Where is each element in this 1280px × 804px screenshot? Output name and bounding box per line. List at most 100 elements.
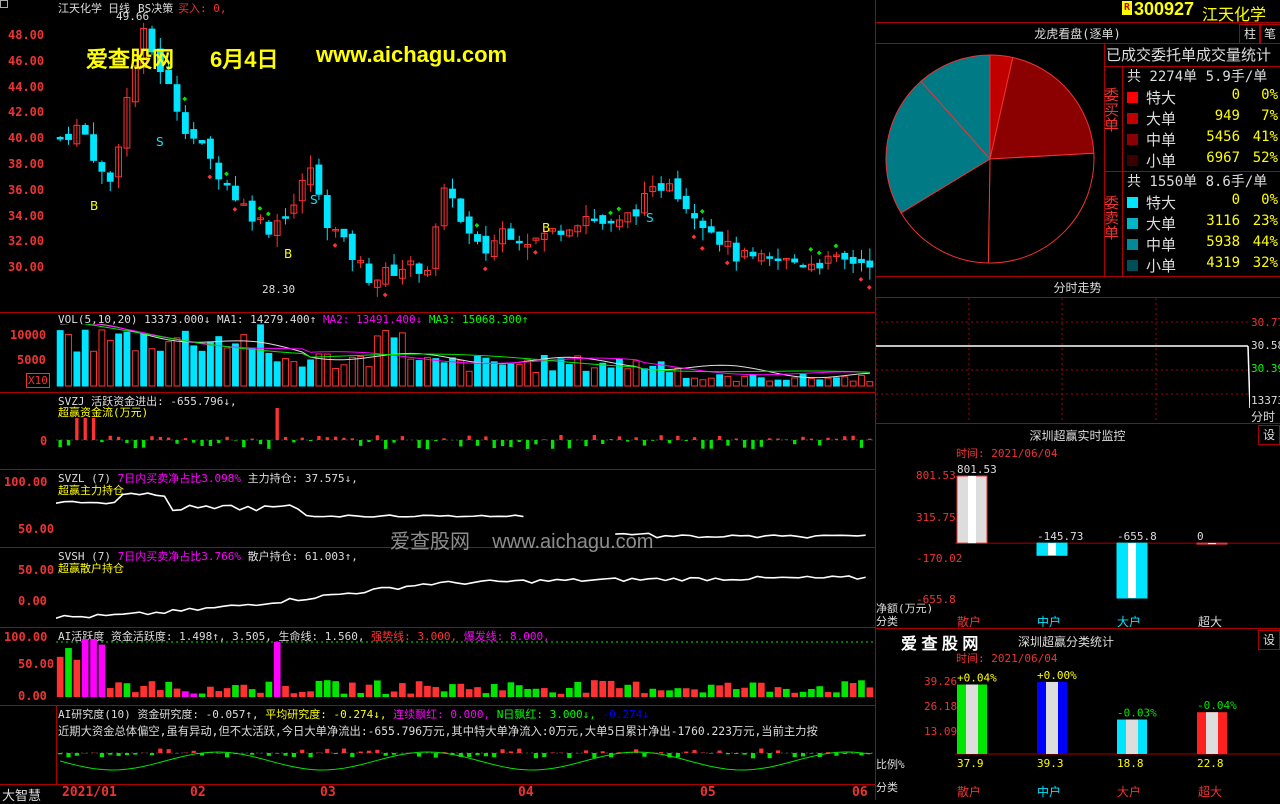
volume-bar (399, 333, 405, 386)
time-axis: 大智慧 2021/010203040506 (0, 784, 875, 801)
svzl-axis-2: 50.00 (18, 522, 54, 536)
activity-bar (82, 639, 89, 697)
kline-panel[interactable]: 江天化学 日线 BS决策 买入: 0, 49.66 28.30 48.0046.… (0, 0, 875, 313)
price-axis-label: 32.00 (8, 234, 44, 248)
ai-panel[interactable]: AI活跃度 资金活跃度: 1.498↑, 3.505, 生命线: 1.560, … (0, 627, 875, 706)
candle-body (366, 264, 372, 282)
svzj-panel[interactable]: SVZJ 活跃资金进出: -655.796↓, 超赢资金流(万元) 0 (0, 392, 875, 470)
flow-bar (618, 436, 621, 440)
activity-bar (74, 660, 81, 697)
volume-bar (374, 336, 380, 386)
volume-bar (266, 353, 272, 386)
time-axis-label: 2021/01 (62, 785, 117, 800)
order-row-value: 949 (1190, 108, 1240, 124)
volume-bar (433, 359, 439, 386)
research-bar (734, 753, 738, 754)
flow-bar (426, 440, 429, 449)
candle-body (717, 232, 723, 244)
activity-bar (825, 692, 832, 697)
class-bar-pct: +0.04% (957, 671, 997, 684)
class-category: 大户 (1117, 783, 1141, 800)
research-avg-line (60, 752, 870, 770)
center-watermark: 爱查股网 www.aichagu.com (390, 525, 653, 554)
button-zhu[interactable]: 柱 (1239, 24, 1261, 44)
flow-bar (59, 440, 62, 447)
flow-bar (793, 440, 796, 444)
class-bar-pct: -0.04% (1197, 699, 1237, 712)
activity-bar (733, 689, 740, 697)
research-bar (417, 753, 421, 757)
pie-subtitle: 已成交委托单成交量统计 (1106, 44, 1271, 65)
flow-bar (785, 439, 788, 440)
volume-bar (566, 365, 572, 386)
activity-bar (190, 693, 197, 697)
volume-bar (783, 380, 789, 386)
svsh-panel[interactable]: SVSH (7) 7日内买卖净占比3.766% 散户持仓: 61.003↑, 超… (0, 547, 875, 628)
flow-bar (284, 437, 287, 440)
activity-bar (691, 689, 698, 697)
button-bi[interactable]: 笔 (1259, 24, 1280, 44)
flow-bar (351, 438, 354, 440)
mon-axis-2: 315.75 (916, 511, 956, 524)
volume-bar (299, 367, 305, 386)
air-panel[interactable]: AI研究度(10) 资金研究度: -0.057↑, 平均研究度: -0.274↓… (0, 705, 875, 785)
candle-body (867, 261, 873, 267)
volume-bar (767, 381, 773, 386)
signal-dot: ◆ (833, 241, 838, 250)
research-bar (509, 751, 513, 753)
activity-bar (457, 684, 464, 697)
flow-bar (551, 440, 554, 449)
order-row-pct: 41% (1244, 129, 1278, 145)
activity-bar (366, 685, 373, 697)
class-bar-value: 22.8 (1197, 757, 1224, 770)
class-settings-button[interactable]: 设 (1258, 630, 1280, 650)
legend-swatch (1127, 239, 1138, 250)
candle-body (66, 134, 72, 139)
activity-bar (508, 682, 515, 697)
volume-bar (199, 351, 205, 386)
flow-bar (710, 440, 713, 449)
volume-bar (224, 348, 230, 386)
research-bar (75, 753, 79, 756)
legend-swatch (1127, 218, 1138, 229)
signal-dot: ◆ (266, 209, 271, 218)
activity-bar (332, 681, 339, 697)
flow-bar (125, 440, 128, 443)
vol-panel[interactable]: VOL(5,10,20) 13373.000↓ MA1: 14279.400↑ … (0, 312, 875, 393)
order-row-name: 小单 (1146, 255, 1176, 276)
research-bar (743, 753, 747, 755)
candle-body (683, 196, 689, 208)
legend-swatch (1127, 92, 1138, 103)
watermark-site: 爱查股网 (86, 42, 174, 74)
flow-bar (334, 437, 337, 440)
monitor-settings-button[interactable]: 设 (1258, 425, 1280, 445)
candle-body (216, 163, 222, 179)
flow-bar (668, 440, 671, 443)
flow-bar (142, 440, 145, 448)
signal-dot: ◆ (333, 241, 338, 250)
air-title: AI研究度(10) (58, 708, 131, 721)
flow-bar (718, 436, 721, 440)
signal-dot: ◆ (692, 232, 697, 241)
signal-dot: ◆ (817, 248, 822, 257)
sell-total: 共 1550单 8.6手/单 (1127, 171, 1267, 191)
class-bar-chart: +0.04%37.9+0.00%39.3-0.03%18.8-0.04%22.8 (955, 670, 1280, 770)
research-bar (434, 753, 438, 758)
candle-body (850, 257, 856, 263)
volume-bar (683, 378, 689, 386)
activity-bar (741, 688, 748, 697)
activity-bar (249, 689, 256, 697)
flow-bar (175, 440, 178, 444)
flow-bar (200, 440, 203, 446)
volume-bar (750, 375, 756, 386)
research-bar (801, 753, 805, 756)
signal-marker: B (90, 199, 98, 213)
activity-bar (858, 680, 865, 697)
volume-bar (867, 382, 873, 386)
monitor-bar-shine (968, 476, 976, 543)
activity-bar (182, 691, 189, 697)
research-bar (167, 749, 171, 753)
research-bar (542, 753, 546, 757)
activity-bar (399, 683, 406, 697)
activity-bar (683, 688, 690, 697)
